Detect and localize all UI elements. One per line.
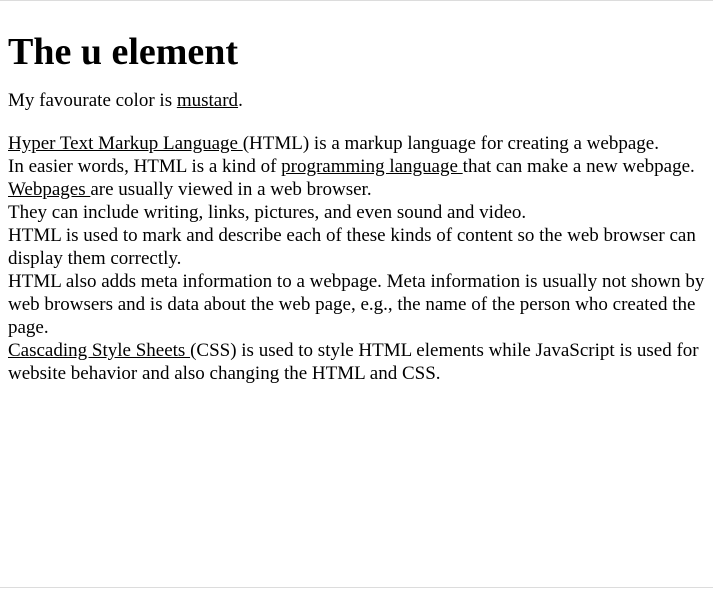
bottom-border bbox=[0, 587, 713, 588]
paragraph-text: that can make a new webpage. bbox=[462, 156, 695, 177]
sentence-text: My favourate color is bbox=[8, 90, 177, 111]
paragraph-text: HTML also adds meta information to a web… bbox=[8, 271, 705, 338]
html-description-paragraph: Hyper Text Markup Language (HTML) is a m… bbox=[8, 132, 708, 385]
paragraph-text: (HTML) is a markup language for creating… bbox=[242, 133, 659, 154]
paragraph-text: They can include writing, links, picture… bbox=[8, 202, 527, 223]
underlined-hyper-text-markup-language: Hyper Text Markup Language bbox=[8, 133, 243, 154]
underlined-cascading-style-sheets: Cascading Style Sheets bbox=[8, 340, 191, 361]
paragraph-text: In easier words, HTML is a kind of bbox=[8, 156, 282, 177]
sentence-period: . bbox=[238, 90, 243, 111]
paragraph-text: are usually viewed in a web browser. bbox=[90, 179, 372, 200]
underlined-word-mustard: mustard bbox=[176, 90, 239, 111]
document-body: The u element My favourate color is must… bbox=[8, 0, 708, 385]
underlined-webpages: Webpages bbox=[8, 179, 91, 200]
page-title: The u element bbox=[8, 31, 239, 73]
underlined-programming-language: programming language bbox=[281, 156, 463, 177]
favourite-color-sentence: My favourate color is mustard. bbox=[8, 89, 708, 112]
paragraph-text: HTML is used to mark and describe each o… bbox=[8, 225, 696, 269]
